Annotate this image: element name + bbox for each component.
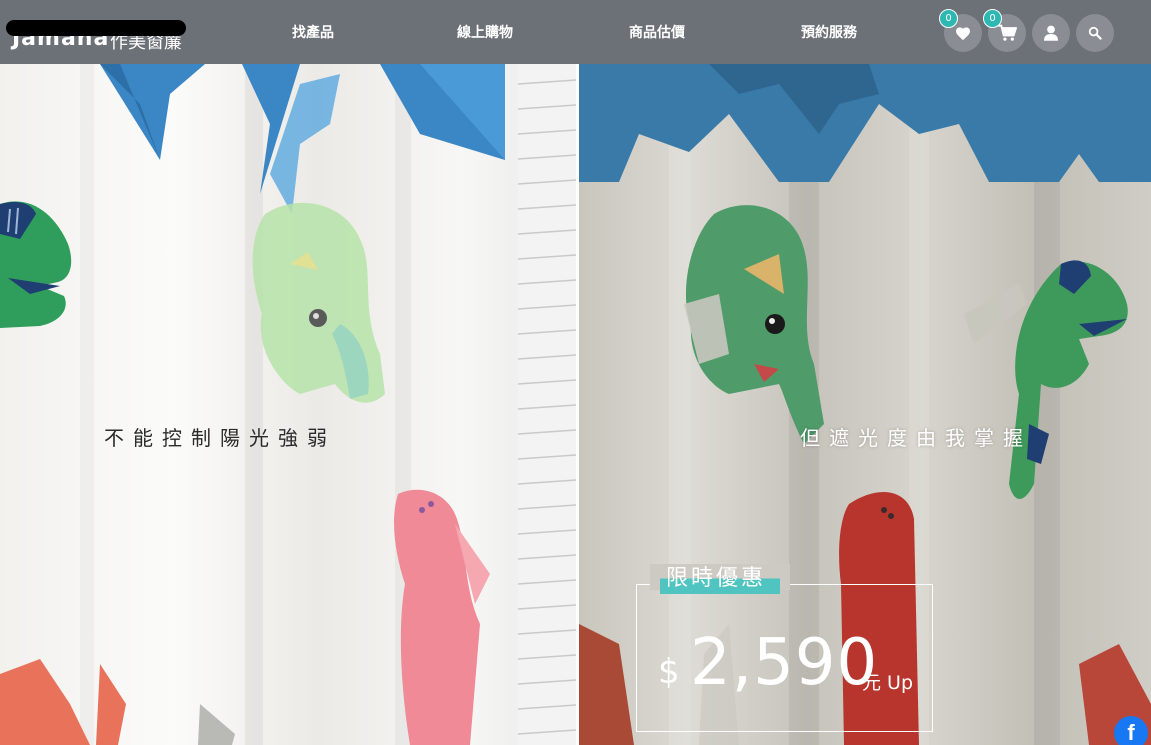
user-icon: [1044, 25, 1058, 41]
promo-title: 限時優惠: [666, 566, 767, 591]
window-blinds: [518, 64, 576, 745]
heart-icon: [956, 26, 970, 40]
search-icon: [1088, 26, 1102, 40]
promo-price-unit: 元 Up: [862, 672, 914, 694]
nav-online-shopping[interactable]: 線上購物: [457, 22, 513, 42]
cart-icon: [998, 24, 1017, 41]
wishlist-count-badge: 0: [939, 9, 958, 28]
account-button[interactable]: [1032, 14, 1070, 52]
cart-count-badge: 0: [983, 9, 1002, 28]
nav-quotation[interactable]: 商品估價: [629, 22, 685, 42]
facebook-button[interactable]: f: [1114, 716, 1148, 745]
brand-logo[interactable]: Jamana 作美窗簾: [6, 18, 190, 53]
facebook-icon: f: [1127, 720, 1135, 745]
cart-button[interactable]: 0: [983, 9, 1026, 52]
promo-currency: $: [658, 652, 680, 692]
slogan-right: 但遮光度由我掌握: [800, 426, 1032, 450]
nav-find-products[interactable]: 找產品: [292, 22, 334, 42]
promo-price: 2,590: [690, 626, 879, 700]
logo-redaction-bar: [6, 20, 186, 36]
curtain-photo-left: [0, 64, 576, 745]
wishlist-button[interactable]: 0: [939, 9, 982, 52]
dinosaur-curtain-illustration-left: [0, 64, 505, 745]
nav-booking-service[interactable]: 預約服務: [801, 22, 857, 42]
site-header: Jamana 作美窗簾 找產品 線上購物 商品估價 預約服務 0 0: [0, 0, 1151, 64]
hero-banner[interactable]: 不能控制陽光強弱 但遮光度由我掌握 限時優惠 $ 2,590 元 Up: [0, 64, 1151, 745]
slogan-left: 不能控制陽光強弱: [104, 426, 336, 450]
search-button[interactable]: [1076, 14, 1114, 52]
